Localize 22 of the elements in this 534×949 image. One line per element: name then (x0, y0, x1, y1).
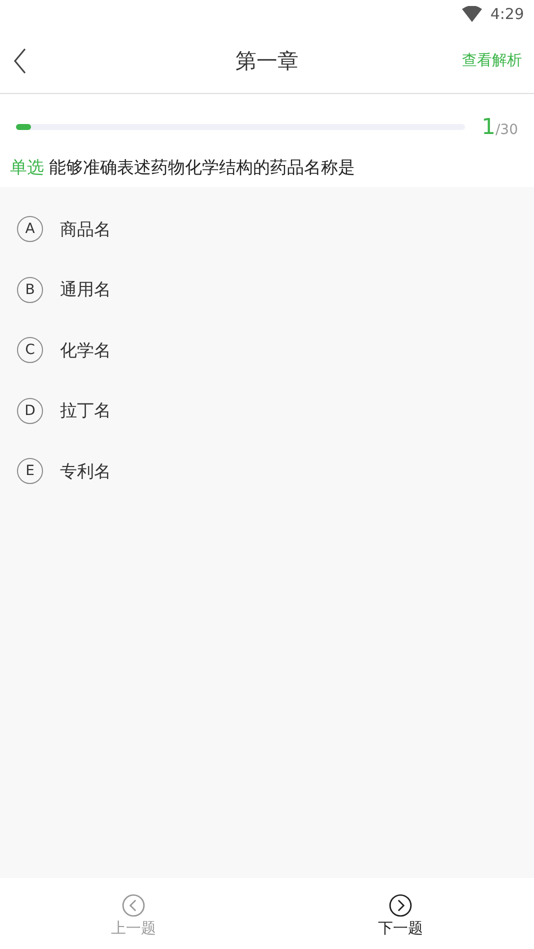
back-icon (12, 46, 28, 74)
option-text[interactable]: 专利名 (60, 460, 111, 483)
status-time: 4:29 (490, 5, 524, 23)
next-question-button[interactable]: 下一题 (267, 878, 534, 949)
page-title: 第一章 (236, 48, 298, 74)
option-text[interactable]: 商品名 (60, 218, 111, 241)
total-questions: /30 (495, 122, 518, 138)
option-letter[interactable]: B (17, 276, 43, 303)
back-button[interactable] (12, 46, 28, 74)
option-text[interactable]: 化学名 (60, 338, 111, 362)
right-chevron-circle-icon (389, 894, 412, 916)
option-letter[interactable]: A (17, 216, 43, 242)
option-text[interactable]: 拉丁名 (60, 399, 111, 422)
wifi-icon (462, 6, 482, 22)
option-letter[interactable]: C (17, 337, 43, 364)
left-chevron-circle-icon (122, 894, 145, 916)
question-text: 能够准确表述药物化学结构的药品名称是 (49, 157, 355, 179)
current-question-number: 1 (481, 114, 496, 140)
option-text[interactable]: 通用名 (60, 278, 111, 302)
question-type: 单选 (10, 157, 44, 179)
option-letter[interactable]: E (17, 458, 43, 484)
option-letter[interactable]: D (17, 398, 43, 424)
